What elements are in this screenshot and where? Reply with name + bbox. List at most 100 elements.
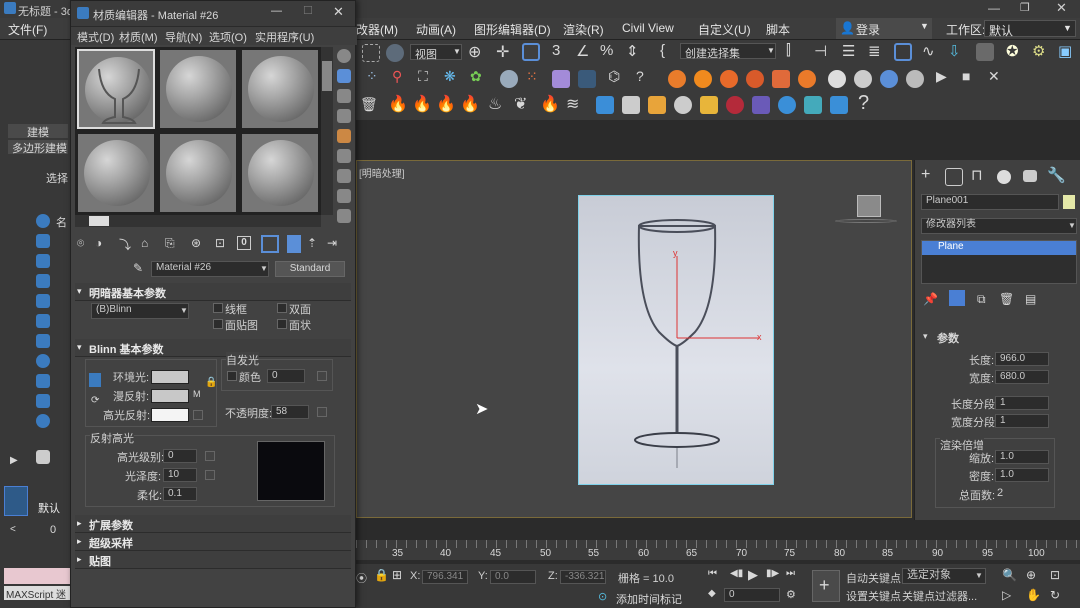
play-icon[interactable]: ▶ (936, 68, 947, 85)
mini-listener[interactable] (4, 568, 70, 584)
help-small-icon[interactable]: ? (636, 68, 644, 84)
spec-level-spinner[interactable]: 0 (163, 449, 197, 463)
go-sibling-icon[interactable]: ⇥ (327, 236, 337, 250)
viewport[interactable]: [明暗处理] y x ➤ (356, 160, 912, 518)
menu-material[interactable]: 材质(M) (119, 29, 158, 45)
scrollbar-thumb[interactable] (322, 61, 332, 91)
key-filters-button[interactable]: 关键点过滤器... (902, 588, 977, 604)
particles-icon[interactable]: ❋ (444, 68, 456, 85)
lock-ambient-diffuse-icon[interactable] (89, 373, 101, 387)
length-segs-spinner[interactable]: 1 (995, 396, 1049, 410)
modifier-stack[interactable]: Plane (921, 240, 1077, 284)
goto-end-icon[interactable]: ⏭ (786, 568, 795, 579)
put-to-library-icon[interactable]: ⊡ (215, 236, 225, 250)
trash-icon[interactable]: 🗑 (360, 96, 378, 113)
diffuse-map-button[interactable]: M (193, 389, 201, 399)
close-icon[interactable]: ✕ (333, 4, 344, 20)
curve-editor-icon[interactable]: ∿ (922, 42, 935, 60)
set-key-button[interactable]: + (812, 570, 840, 602)
login-button[interactable]: 👤 登录 ▼ (836, 18, 932, 39)
fire-3-icon[interactable]: 🔥 (436, 94, 456, 114)
schematic-view-icon[interactable]: ⇩ (948, 42, 961, 60)
sample-type-icon[interactable] (337, 49, 351, 63)
named-selection-dropdown[interactable]: 创建选择集 ▼ (680, 43, 776, 60)
goto-start-icon[interactable]: ⏮ (708, 568, 717, 579)
striped-ball-icon[interactable] (906, 70, 924, 88)
slots-vertical-scrollbar[interactable] (321, 47, 333, 215)
view-dropdown[interactable]: 视图 ▼ (410, 44, 462, 61)
stop-icon[interactable]: ■ (962, 68, 970, 84)
x-coord-field[interactable]: 796.341 (422, 570, 468, 584)
render-window-icon[interactable] (578, 70, 596, 88)
biped-icon[interactable]: ⚲ (392, 68, 402, 85)
material-id-channel-icon[interactable]: 0 (237, 236, 251, 250)
supersampling-rollout-header[interactable]: ▸ 超级采样 (75, 533, 351, 551)
sample-slot[interactable] (159, 49, 237, 129)
angle-snap-icon[interactable]: ∠ (576, 42, 589, 60)
water-drop-icon[interactable] (596, 96, 614, 114)
menu-civil-view[interactable]: Civil View (622, 21, 674, 35)
hierarchy-tab-icon[interactable]: ⊓ (971, 166, 983, 184)
add-time-tag-button[interactable]: ⊙ 添加时间标记 (598, 590, 698, 606)
specular-map-button[interactable] (193, 410, 203, 420)
copy-material-icon[interactable]: ⎘ (165, 236, 175, 251)
pin-stack-icon[interactable]: 📌 (923, 292, 938, 306)
move-icon[interactable]: ✛ (496, 42, 509, 62)
scene-explorer-icon[interactable]: ☰ (842, 42, 855, 60)
layer-manager-icon[interactable]: ≣ (868, 42, 881, 60)
soften-spinner[interactable]: 0.1 (163, 487, 197, 501)
extended-rollout-header[interactable]: ▸ 扩展参数 (75, 515, 351, 533)
hierarchy-icon[interactable] (36, 254, 50, 268)
chevron-left-icon[interactable]: < (10, 524, 16, 535)
layer-swatch[interactable] (4, 486, 28, 516)
spec-level-map-button[interactable] (205, 451, 215, 461)
link-icon[interactable]: ⟳ (91, 395, 99, 406)
shader-type-dropdown[interactable]: (B)Blinn ▼ (91, 303, 189, 319)
orbit-icon[interactable]: ↻ (1050, 588, 1060, 602)
workspace-dropdown[interactable]: 默认 ▼ (984, 20, 1076, 38)
material-editor-icon[interactable] (976, 43, 994, 61)
plant-icon[interactable]: ✿ (470, 68, 482, 85)
ring-icon[interactable] (746, 70, 764, 88)
align-icon[interactable]: ⊣ (814, 42, 827, 60)
material-map-nav-icon[interactable] (337, 209, 351, 223)
current-frame-field[interactable]: 0 (724, 588, 780, 602)
menu-animation[interactable]: 动画(A) (416, 21, 456, 38)
face-map-checkbox[interactable] (213, 319, 223, 329)
house-icon[interactable] (622, 96, 640, 114)
density-spinner[interactable]: 1.0 (995, 468, 1049, 482)
utilities-icon[interactable] (36, 314, 50, 328)
opacity-spinner[interactable]: 58 (271, 405, 309, 419)
zoom-icon[interactable]: 🔍 (1002, 568, 1017, 582)
red-flower-icon[interactable] (726, 96, 744, 114)
purple-box-icon[interactable] (752, 96, 770, 114)
timeline[interactable]: 35 40 45 50 55 60 65 70 75 80 85 90 95 1… (356, 540, 1080, 560)
selected-object-dropdown[interactable]: 选定对象 ▼ (902, 568, 986, 584)
camera-icon[interactable] (36, 354, 50, 368)
lock-icon[interactable]: 🔒 (205, 377, 217, 388)
bone-icon[interactable]: ⛶ (418, 68, 428, 85)
show-end-result-icon[interactable] (287, 235, 301, 253)
maximize-icon[interactable]: ☐ (303, 4, 313, 17)
tree-icon[interactable] (804, 96, 822, 114)
play-animation-icon[interactable]: ▶ (748, 567, 758, 583)
make-unique-icon[interactable]: ⊛ (191, 236, 201, 250)
spacewarp-icon[interactable] (36, 394, 50, 408)
scrollbar-thumb[interactable] (89, 216, 109, 226)
diffuse-color-swatch[interactable] (151, 389, 189, 403)
orange-ball-icon[interactable] (694, 70, 712, 88)
sample-slot[interactable] (159, 133, 237, 213)
minimize-icon[interactable]: — (988, 1, 1000, 15)
make-unique-icon[interactable]: ⧉ (977, 292, 986, 307)
sample-uv-icon[interactable] (337, 109, 351, 123)
basketball-icon[interactable] (720, 70, 738, 88)
assign-material-icon[interactable]: ⤵ (119, 236, 131, 253)
menu-modifiers[interactable]: 改器(M) (356, 21, 398, 38)
absolute-mode-icon[interactable]: ⊞ (392, 568, 402, 582)
opacity-map-button[interactable] (317, 407, 327, 417)
blinn-rollout-header[interactable]: ▾ Blinn 基本参数 (75, 339, 351, 357)
self-illum-spinner[interactable]: 0 (267, 369, 305, 383)
zoom-all-icon[interactable]: ⊕ (1026, 568, 1036, 582)
maps-rollout-header[interactable]: ▸ 贴图 (75, 551, 351, 569)
options-icon[interactable] (337, 169, 351, 183)
